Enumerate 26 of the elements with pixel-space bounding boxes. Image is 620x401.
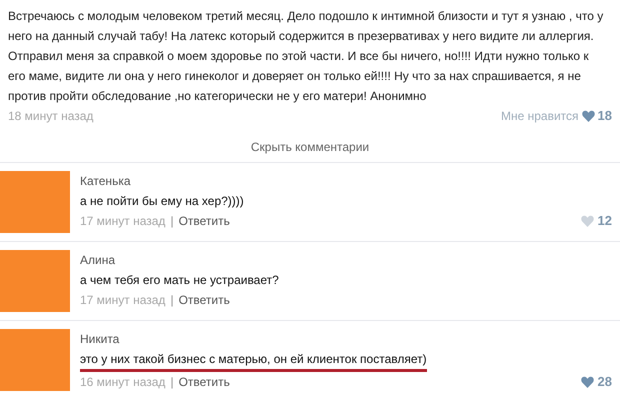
like-count: 18: [598, 107, 612, 126]
avatar: [0, 329, 70, 391]
avatar: [0, 171, 70, 233]
comment-author[interactable]: Никита: [80, 329, 120, 349]
comment-text: это у них такой бизнес с матерью, он ей клиенток поставляет): [80, 349, 427, 372]
heart-icon[interactable]: [580, 376, 594, 388]
comment-time: 17 минут назад: [80, 292, 166, 309]
comment-text: а чем тебя его мать не устраивает?: [80, 272, 279, 289]
comment-author[interactable]: Катенька: [80, 171, 131, 191]
separator: |: [170, 292, 174, 309]
separator: |: [170, 374, 174, 391]
hide-comments-link[interactable]: Скрыть комментарии: [250, 138, 370, 156]
separator: |: [170, 213, 174, 230]
avatar: [0, 250, 70, 312]
comment-time: 17 минут назад: [80, 213, 166, 230]
comment-author[interactable]: Алина: [80, 250, 116, 270]
like-count: 12: [598, 212, 612, 230]
comment-text: а не пойти бы ему на хер?)))): [80, 193, 244, 210]
reply-link[interactable]: Ответить: [178, 373, 230, 391]
reply-link[interactable]: Ответить: [178, 291, 230, 309]
heart-icon[interactable]: [582, 110, 595, 122]
comment-time: 16 минут назад: [80, 374, 166, 391]
like-count: 28: [598, 373, 612, 392]
reply-link[interactable]: Ответить: [178, 212, 230, 230]
post-time: 18 минут назад: [8, 108, 94, 125]
post-text: Встречаюсь с молодым человеком третий месяц. Дело подошло к интимной близости и тут я узнаю , что у него на данный случай табу! На латекс который содержится в презервативах у него видите ли аллергия. Отправил меня за справкой о моем здоровье по этой части. И все бы ничего, но!!!! Идти нужно только к его маме, видите ли она у него гинеколог и доверяет он только ей!!!! Ну что за нах спрашивается, я не против пройти обследование ,но категорически не у его матери! Анонимно: [8, 8, 604, 105]
